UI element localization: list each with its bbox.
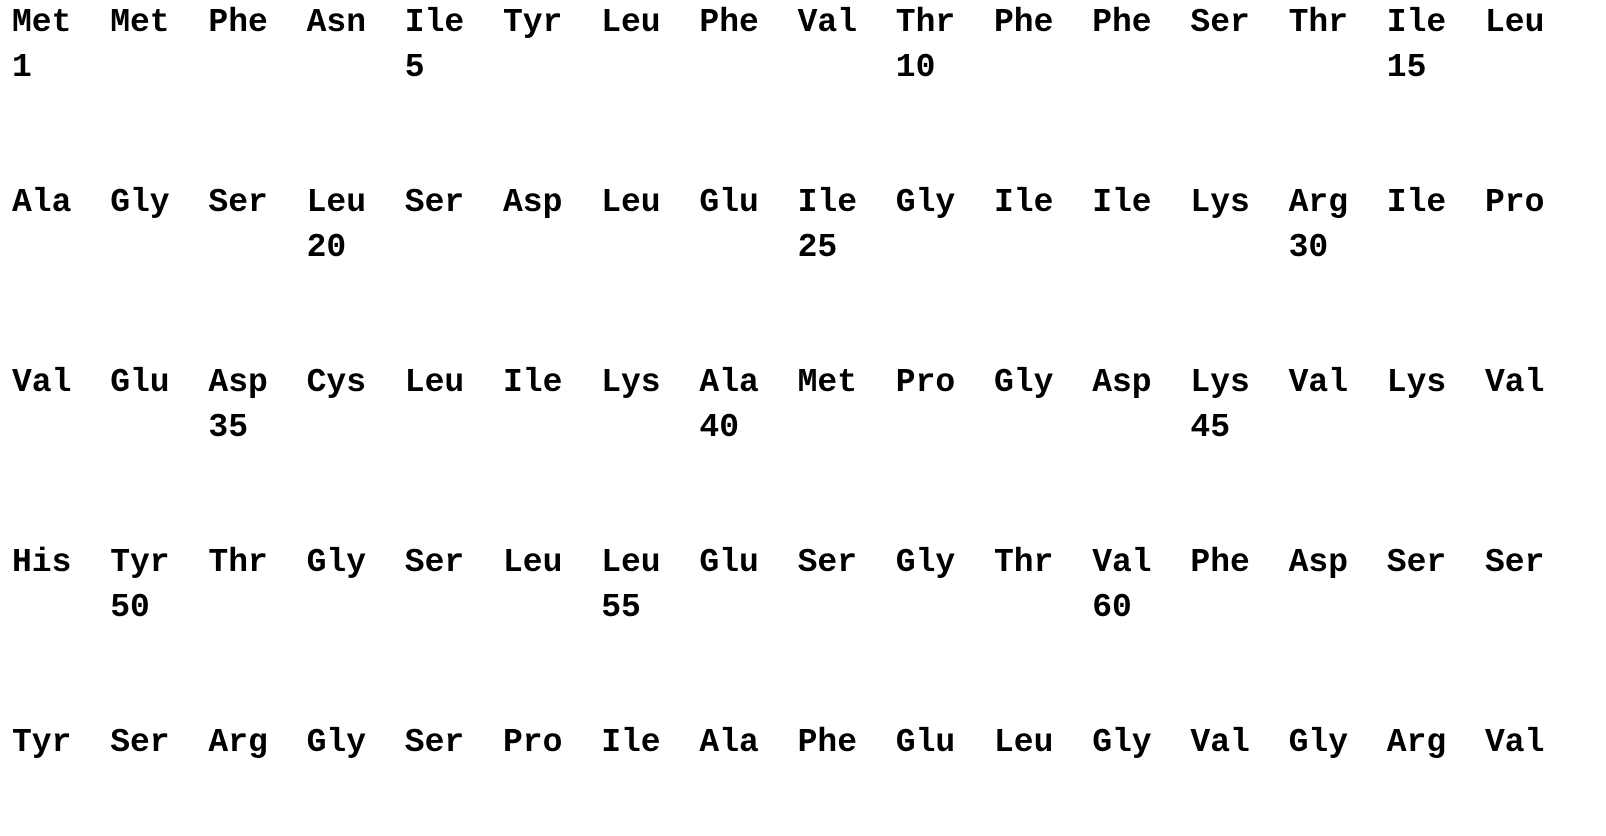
residue: Thr: [896, 6, 955, 39]
residue: Leu: [405, 366, 464, 399]
residue: Gly: [110, 186, 169, 219]
sequence-row: Val Glu Asp Cys Leu Ile Lys Ala Met Pro Gly Asp Lys V…: [0, 366, 1606, 476]
residue: Ala: [12, 186, 71, 219]
residue: Ser: [798, 546, 857, 579]
residue: Ile: [601, 726, 660, 759]
residue: Val: [1190, 726, 1249, 759]
residue: Ile: [1092, 186, 1151, 219]
residue: Ile: [503, 366, 562, 399]
sequence-listing: Met Met Phe Asn Ile Tyr Leu Phe Val Thr Phe Phe Ser T…: [0, 0, 1606, 780]
position-number: 30: [1289, 231, 1329, 264]
position-number: 55: [601, 591, 641, 624]
residue: Glu: [110, 366, 169, 399]
position-number: 1: [12, 51, 32, 84]
residue: Gly: [896, 186, 955, 219]
residue: Gly: [896, 546, 955, 579]
residue: Arg: [208, 726, 267, 759]
residue: Met: [12, 6, 71, 39]
residue: Ile: [994, 186, 1053, 219]
residue: Ala: [699, 726, 758, 759]
residue: Thr: [208, 546, 267, 579]
residue: Ser: [1485, 546, 1544, 579]
sequence-row: Tyr Ser Arg Gly Ser Pro Ile Ala Phe Glu Leu Gly Val G…: [0, 726, 1606, 836]
residue: Thr: [1289, 6, 1348, 39]
residue: Phe: [208, 6, 267, 39]
residue: Tyr: [110, 546, 169, 579]
residue: Tyr: [503, 6, 562, 39]
residue: Ile: [1387, 6, 1446, 39]
residue: Leu: [307, 186, 366, 219]
residue: His: [12, 546, 71, 579]
sequence-row: His Tyr Thr Gly Ser Leu Leu Glu Ser Gly Thr Val Phe A…: [0, 546, 1606, 656]
position-number: 25: [798, 231, 838, 264]
residue: Leu: [601, 186, 660, 219]
residue: Ile: [405, 6, 464, 39]
residue: Cys: [307, 366, 366, 399]
residue: Asp: [1092, 366, 1151, 399]
residue: Phe: [1092, 6, 1151, 39]
sequence-row: Ala Gly Ser Leu Ser Asp Leu Glu Ile Gly Ile Ile Lys A…: [0, 186, 1606, 296]
sequence-row: Met Met Phe Asn Ile Tyr Leu Phe Val Thr Phe Phe Ser T…: [0, 6, 1606, 116]
residue: Val: [1092, 546, 1151, 579]
residue: Leu: [503, 546, 562, 579]
residue: Val: [798, 6, 857, 39]
residue: Thr: [994, 546, 1053, 579]
residue: Phe: [1190, 546, 1249, 579]
residue: Ile: [798, 186, 857, 219]
residue: Val: [12, 366, 71, 399]
position-number: 60: [1092, 591, 1132, 624]
residue: Lys: [1387, 366, 1446, 399]
residue: Val: [1485, 366, 1544, 399]
residue: Leu: [1485, 6, 1544, 39]
residue: Ser: [405, 186, 464, 219]
residue: Phe: [798, 726, 857, 759]
residue: Lys: [601, 366, 660, 399]
residue: Asp: [208, 366, 267, 399]
residue: Asp: [503, 186, 562, 219]
residue: Ser: [208, 186, 267, 219]
position-number: 50: [110, 591, 150, 624]
residue: Arg: [1289, 186, 1348, 219]
residue: Lys: [1190, 366, 1249, 399]
position-number: 20: [307, 231, 347, 264]
residue: Glu: [699, 186, 758, 219]
residue: Val: [1485, 726, 1544, 759]
residue: Gly: [1092, 726, 1151, 759]
residue: Phe: [699, 6, 758, 39]
residue: Gly: [307, 726, 366, 759]
residue: Gly: [994, 366, 1053, 399]
residue: Gly: [307, 546, 366, 579]
residue: Met: [798, 366, 857, 399]
residue: Leu: [601, 546, 660, 579]
residue: Leu: [994, 726, 1053, 759]
position-number: 40: [699, 411, 739, 444]
position-number: 5: [405, 51, 425, 84]
residue: Glu: [896, 726, 955, 759]
residue: Val: [1289, 366, 1348, 399]
residue: Pro: [503, 726, 562, 759]
residue: Ile: [1387, 186, 1446, 219]
position-number: 45: [1190, 411, 1230, 444]
residue: Asp: [1289, 546, 1348, 579]
residue: Ser: [1190, 6, 1249, 39]
residue: Asn: [307, 6, 366, 39]
residue: Gly: [1289, 726, 1348, 759]
position-number: 10: [896, 51, 936, 84]
residue: Arg: [1387, 726, 1446, 759]
residue: Tyr: [12, 726, 71, 759]
position-number: 35: [208, 411, 248, 444]
residue: Ser: [405, 546, 464, 579]
residue: Ser: [110, 726, 169, 759]
residue: Met: [110, 6, 169, 39]
residue: Ser: [405, 726, 464, 759]
residue: Ser: [1387, 546, 1446, 579]
residue: Glu: [699, 546, 758, 579]
residue: Pro: [896, 366, 955, 399]
position-number: 15: [1387, 51, 1427, 84]
residue: Ala: [699, 366, 758, 399]
residue: Pro: [1485, 186, 1544, 219]
residue: Phe: [994, 6, 1053, 39]
residue: Leu: [601, 6, 660, 39]
residue: Lys: [1190, 186, 1249, 219]
